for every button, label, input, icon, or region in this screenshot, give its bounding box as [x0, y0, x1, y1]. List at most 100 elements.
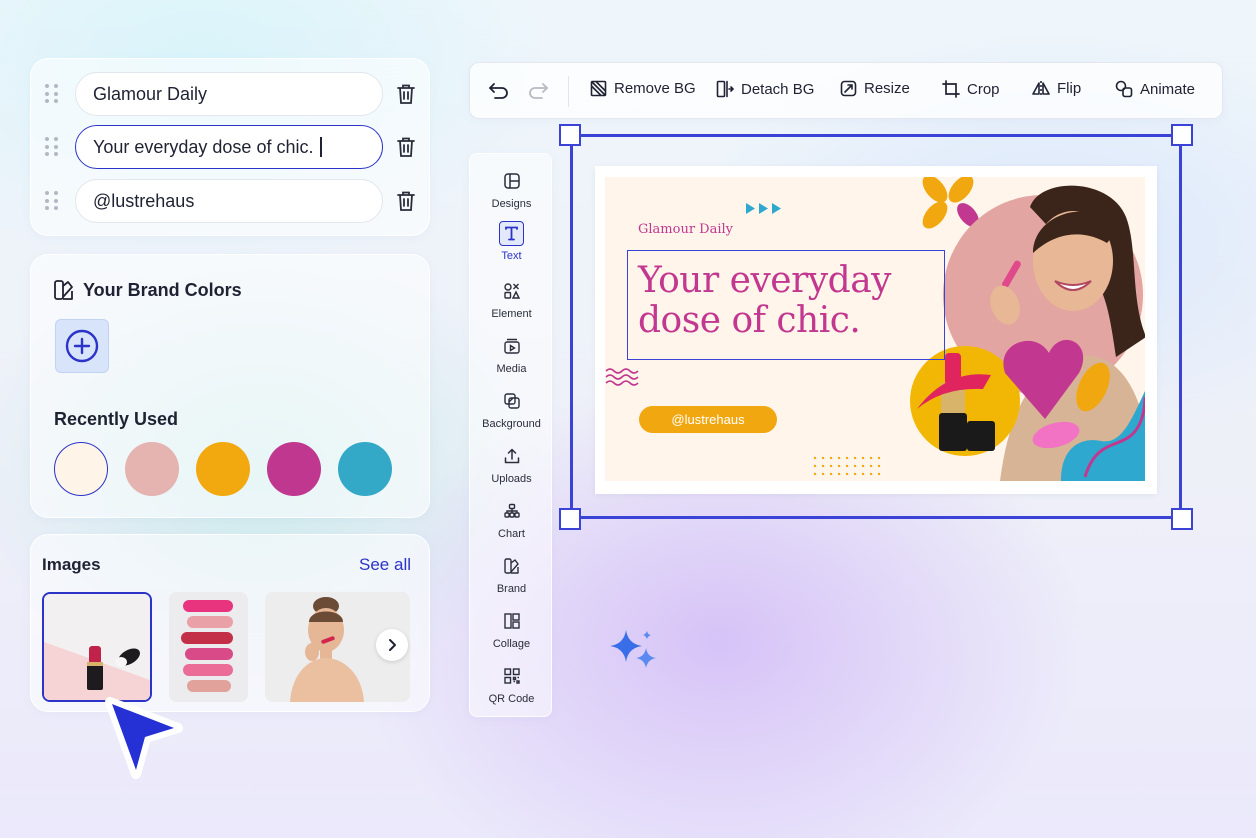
- animate-icon: [1115, 80, 1133, 98]
- wave-decoration: [605, 368, 639, 386]
- tool-label: Brand: [496, 583, 527, 595]
- chart-icon: [503, 503, 520, 518]
- tool-text[interactable]: Text: [470, 220, 553, 262]
- text-field-tagline[interactable]: Your everyday dose of chic.: [75, 125, 383, 169]
- brand-colors-title: Your Brand Colors: [83, 279, 242, 300]
- color-swatch[interactable]: [338, 442, 392, 496]
- lipstick-photo: [44, 594, 150, 700]
- design-canvas[interactable]: Glamour Daily Your everyday dose of chic…: [595, 166, 1157, 494]
- text-field-value: @lustrehaus: [93, 190, 195, 211]
- crop-label: Crop: [967, 80, 1000, 98]
- text-field-row: Glamour Daily: [45, 72, 417, 116]
- animate-label: Animate: [1140, 80, 1196, 98]
- resize-handle-bottom-left[interactable]: [559, 508, 581, 530]
- tool-label: Text: [501, 250, 522, 262]
- resize-button[interactable]: Resize: [840, 80, 910, 97]
- tool-designs[interactable]: Designs: [470, 170, 553, 210]
- drag-handle-icon[interactable]: [45, 84, 59, 104]
- dots-decoration: [813, 456, 881, 476]
- images-panel: Images See all: [30, 534, 430, 712]
- brand-colors-panel: Your Brand Colors Recently Used: [30, 254, 430, 518]
- redo-icon[interactable]: [527, 81, 549, 101]
- text-field-row: @lustrehaus: [45, 179, 417, 223]
- color-swatch[interactable]: [54, 442, 108, 496]
- resize-icon: [840, 80, 857, 97]
- tool-label: Collage: [492, 638, 531, 650]
- trash-icon[interactable]: [395, 82, 417, 106]
- brand-colors-heading: Your Brand Colors: [53, 279, 242, 301]
- tool-label: QR Code: [488, 693, 535, 705]
- design-brand-title[interactable]: Glamour Daily: [638, 222, 733, 237]
- flip-icon: [1032, 81, 1050, 96]
- trash-icon[interactable]: [395, 135, 417, 159]
- tool-collage[interactable]: Collage: [470, 610, 553, 650]
- uploads-icon: [504, 448, 519, 464]
- image-thumb-swatches[interactable]: [169, 592, 248, 702]
- recently-used-label: Recently Used: [54, 409, 179, 429]
- tool-label: Uploads: [491, 473, 532, 485]
- remove-bg-label: Remove BG: [614, 80, 696, 97]
- drag-handle-icon[interactable]: [45, 191, 59, 211]
- detach-bg-button[interactable]: Detach BG: [716, 80, 814, 98]
- triangles-decoration: [746, 203, 781, 214]
- text-field-value: Glamour Daily: [93, 83, 208, 104]
- tool-brand[interactable]: Brand: [470, 555, 553, 595]
- tool-background[interactable]: Background: [470, 390, 553, 430]
- trash-icon[interactable]: [395, 189, 417, 213]
- element-icon: [503, 283, 520, 299]
- brand-icon: [503, 558, 519, 574]
- design-headline[interactable]: Your everyday dose of chic.: [638, 260, 892, 341]
- text-field-handle[interactable]: @lustrehaus: [75, 179, 383, 223]
- text-field-row: Your everyday dose of chic.: [45, 125, 417, 169]
- brand-palette-icon: [54, 280, 73, 300]
- text-field-title[interactable]: Glamour Daily: [75, 72, 383, 116]
- design-handle-badge[interactable]: @lustrehaus: [639, 406, 777, 433]
- tool-label: Background: [482, 418, 541, 430]
- tool-media[interactable]: Media: [470, 335, 553, 375]
- color-swatch[interactable]: [125, 442, 179, 496]
- background-icon: [503, 393, 520, 409]
- images-title: Images: [42, 555, 101, 574]
- designs-icon: [503, 173, 520, 189]
- lipstick-swatches-photo: [169, 592, 248, 702]
- tool-chart[interactable]: Chart: [470, 500, 553, 540]
- flip-label: Flip: [1057, 80, 1082, 97]
- chevron-right-icon: [389, 639, 396, 651]
- side-tools-panel: Designs Text Element Media Background Up…: [469, 153, 552, 717]
- drag-handle-icon[interactable]: [45, 137, 59, 157]
- see-all-link[interactable]: See all: [359, 555, 411, 575]
- detach-bg-label: Detach BG: [741, 80, 815, 98]
- add-color-button[interactable]: [55, 319, 109, 373]
- tool-element[interactable]: Element: [470, 280, 553, 320]
- tool-label: Designs: [491, 198, 532, 210]
- remove-bg-button[interactable]: Remove BG: [590, 80, 696, 97]
- color-swatch[interactable]: [196, 442, 250, 496]
- collage-icon: [503, 613, 520, 629]
- tool-label: Chart: [498, 528, 525, 540]
- resize-label: Resize: [864, 80, 910, 97]
- resize-handle-top-left[interactable]: [559, 124, 581, 146]
- headline-line: Your everyday: [638, 260, 892, 301]
- remove-bg-icon: [590, 80, 607, 97]
- tool-label: Element: [491, 308, 532, 320]
- text-fields-panel: Glamour Daily Your everyday dose of chic…: [30, 58, 430, 236]
- color-swatch[interactable]: [267, 442, 321, 496]
- tool-qr-code[interactable]: QR Code: [470, 665, 553, 705]
- crop-button[interactable]: Crop: [942, 80, 1000, 98]
- text-field-value: Your everyday dose of chic.: [93, 136, 314, 157]
- design-artboard: Glamour Daily Your everyday dose of chic…: [605, 177, 1145, 481]
- animate-button[interactable]: Animate: [1115, 80, 1195, 98]
- tool-uploads[interactable]: Uploads: [470, 445, 553, 485]
- resize-handle-top-right[interactable]: [1171, 124, 1193, 146]
- cursor-pointer-icon: [105, 697, 183, 779]
- qr-code-icon: [503, 668, 520, 684]
- plus-circle-icon: [65, 329, 99, 363]
- text-caret: [320, 137, 322, 157]
- crop-icon: [942, 80, 960, 98]
- sparkle-icon: [610, 630, 656, 668]
- resize-handle-bottom-right[interactable]: [1171, 508, 1193, 530]
- image-thumb-lipstick[interactable]: [42, 592, 152, 702]
- undo-icon[interactable]: [488, 81, 510, 101]
- next-images-button[interactable]: [376, 629, 408, 661]
- flip-button[interactable]: Flip: [1032, 80, 1081, 97]
